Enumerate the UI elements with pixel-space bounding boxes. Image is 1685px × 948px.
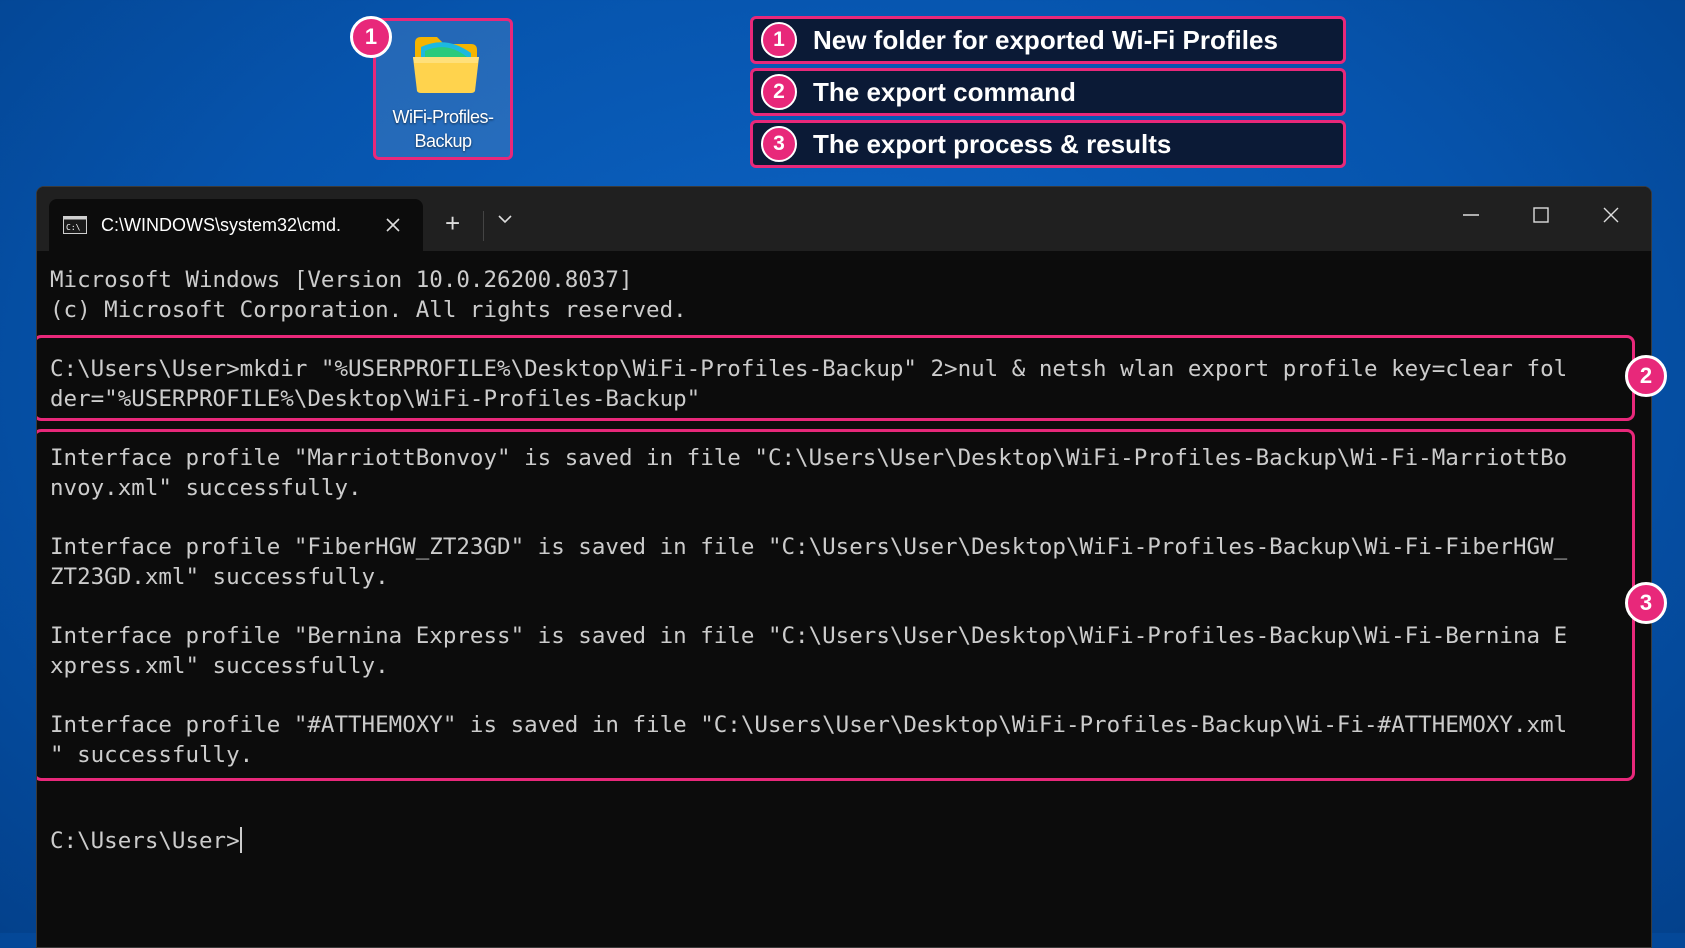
legend-number: 2 [761, 74, 797, 110]
callout-badge-3: 3 [1625, 582, 1667, 624]
legend-text: The export process & results [813, 128, 1172, 159]
new-tab-button[interactable]: + [445, 210, 460, 236]
output-line: xpress.xml" successfully. [50, 653, 389, 679]
output-line: Interface profile "MarriottBonvoy" is sa… [50, 445, 1568, 471]
close-tab-icon[interactable] [385, 217, 401, 233]
legend-number: 1 [761, 22, 797, 58]
svg-text:C:\: C:\ [66, 223, 81, 232]
tab-separator [483, 211, 484, 241]
legend-item-3: 3 The export process & results [750, 120, 1346, 168]
output-line: Interface profile "Bernina Express" is s… [50, 623, 1568, 649]
folder-icon [413, 37, 479, 93]
terminal-window[interactable]: C:\ C:\WINDOWS\system32\cmd. + Microsoft… [36, 186, 1652, 948]
close-window-icon[interactable] [1601, 205, 1621, 225]
cmd-icon: C:\ [63, 216, 87, 234]
legend-text: New folder for exported Wi-Fi Profiles [813, 24, 1278, 55]
output-line: Interface profile "FiberHGW_ZT23GD" is s… [50, 534, 1568, 560]
desktop-folder-icon-wifi-profiles-backup[interactable]: WiFi-Profiles-Backup [373, 18, 513, 160]
prompt-line[interactable]: C:\Users\User> [50, 826, 242, 856]
minimize-icon[interactable] [1461, 205, 1481, 225]
text-cursor [239, 827, 242, 853]
output-line: Microsoft Windows [Version 10.0.26200.80… [50, 267, 633, 293]
output-line: nvoy.xml" successfully. [50, 475, 362, 501]
legend-text: The export command [813, 76, 1076, 107]
chevron-down-icon[interactable] [495, 209, 515, 229]
command-line: C:\Users\User>mkdir "%USERPROFILE%\Deskt… [50, 356, 1568, 382]
maximize-icon[interactable] [1531, 205, 1551, 225]
output-line: Interface profile "#ATTHEMOXY" is saved … [50, 712, 1568, 738]
output-line: ZT23GD.xml" successfully. [50, 564, 389, 590]
output-line: (c) Microsoft Corporation. All rights re… [50, 297, 687, 323]
tab-cmd[interactable]: C:\ C:\WINDOWS\system32\cmd. [49, 199, 423, 251]
legend: 1 New folder for exported Wi-Fi Profiles… [750, 16, 1346, 172]
prompt-text: C:\Users\User> [50, 828, 240, 854]
terminal-output[interactable]: Microsoft Windows [Version 10.0.26200.80… [37, 251, 1651, 947]
title-bar[interactable]: C:\ C:\WINDOWS\system32\cmd. + [37, 187, 1651, 251]
callout-badge-2: 2 [1625, 355, 1667, 397]
desktop-icon-label: WiFi-Profiles-Backup [392, 107, 495, 151]
legend-number: 3 [761, 126, 797, 162]
legend-item-1: 1 New folder for exported Wi-Fi Profiles [750, 16, 1346, 64]
output-line: " successfully. [50, 742, 254, 768]
command-line: der="%USERPROFILE%\Desktop\WiFi-Profiles… [50, 386, 701, 412]
legend-item-2: 2 The export command [750, 68, 1346, 116]
callout-badge-1: 1 [350, 16, 392, 58]
tab-title: C:\WINDOWS\system32\cmd. [101, 214, 342, 235]
